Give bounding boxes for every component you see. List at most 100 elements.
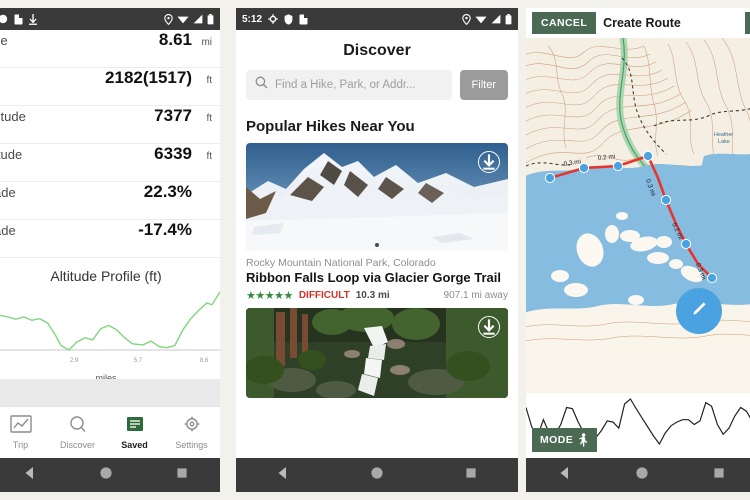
- stat-row: ade -17.4%: [0, 220, 220, 258]
- android-nav-bar: [236, 458, 518, 492]
- tab-discover[interactable]: Discover: [49, 415, 106, 450]
- status-bar-time: 5:12: [242, 13, 263, 25]
- search-input[interactable]: Find a Hike, Park, or Addr...: [246, 70, 452, 100]
- stat-unit: mi: [201, 37, 212, 48]
- tab-label: Trip: [12, 440, 29, 450]
- phone-panel-create-route: CANCEL Create Route S: [526, 8, 750, 492]
- tab-label: Discover: [59, 440, 95, 450]
- route-elevation-profile: MODE 1: [526, 393, 750, 458]
- download-circle-icon[interactable]: [478, 315, 500, 338]
- section-title: Popular Hikes Near You: [246, 118, 415, 135]
- wifi-icon: [177, 14, 189, 24]
- hike-card[interactable]: Rocky Mountain National Park, Colorado R…: [236, 143, 518, 308]
- gear-icon: [181, 416, 203, 437]
- svg-text:Heather: Heather: [714, 132, 733, 138]
- stat-value: 6339: [154, 144, 192, 163]
- status-bar: [0, 8, 220, 30]
- card-title: Ribbon Falls Loop via Glacier Gorge Trai…: [246, 270, 501, 285]
- cellular-icon: [193, 14, 203, 24]
- recents-button[interactable]: [174, 465, 190, 486]
- rating-stars: ★★★★★: [246, 289, 293, 302]
- filter-button[interactable]: Filter: [459, 70, 508, 100]
- search-placeholder: Find a Hike, Park, or Addr...: [275, 79, 416, 91]
- download-circle-icon[interactable]: [478, 151, 500, 173]
- stat-row: 2182(1517) ft: [0, 68, 220, 106]
- tab-trip[interactable]: Trip: [0, 415, 49, 450]
- location-icon: [164, 13, 173, 25]
- back-button[interactable]: [22, 465, 38, 486]
- card-location: Rocky Mountain National Park, Colorado: [246, 257, 436, 269]
- save-button[interactable]: S: [744, 12, 750, 34]
- stat-row: titude 7377 ft: [0, 106, 220, 144]
- shield-icon: [284, 13, 293, 25]
- screenshot-stage: ce 8.61 mi 2182(1517) ft titude 7377 ft …: [0, 0, 750, 500]
- hike-card[interactable]: [236, 307, 518, 404]
- pencil-icon: [689, 299, 709, 324]
- home-button[interactable]: [98, 465, 114, 486]
- status-bar-right-icons: [462, 13, 512, 25]
- altitude-profile-xticks: 2.9 5.7 8.6: [0, 358, 220, 370]
- stat-value: -17.4%: [138, 220, 192, 239]
- edit-route-fab[interactable]: [676, 288, 722, 334]
- page-title: Create Route: [603, 16, 681, 30]
- stat-row: itude 6339 ft: [0, 144, 220, 182]
- card-distance-away: 907.1 mi away: [443, 289, 508, 301]
- altitude-profile-chart: [0, 286, 220, 358]
- mode-label: MODE: [540, 434, 574, 446]
- line-chart-icon: [9, 415, 32, 437]
- notification-dot-icon: [0, 14, 8, 24]
- android-nav-bar: [0, 458, 220, 492]
- search-icon: [255, 76, 268, 94]
- back-button[interactable]: [557, 465, 573, 486]
- stat-value: 7377: [154, 106, 192, 125]
- empty-area: [0, 379, 220, 406]
- forest-waterfall-photo: [246, 307, 508, 398]
- stat-unit: ft: [206, 75, 212, 86]
- search-row: Find a Hike, Park, or Addr... Filter: [236, 70, 518, 110]
- stat-row: ade 22.3%: [0, 182, 220, 220]
- home-button[interactable]: [369, 465, 385, 486]
- stat-value: 2182(1517): [105, 68, 192, 87]
- stat-label: ce: [0, 33, 8, 48]
- cancel-button[interactable]: CANCEL: [532, 12, 597, 34]
- stat-unit: ft: [206, 151, 212, 162]
- clipboard-icon: [14, 13, 23, 25]
- tab-label: Saved: [121, 440, 148, 450]
- location-icon: [462, 13, 471, 25]
- topo-map[interactable]: 0.3 mi 0.2 mi 0.3 mi 0.2 mi 0.3 mi Heath…: [526, 38, 750, 393]
- xtick-label: 8.6: [199, 358, 209, 364]
- recents-button[interactable]: [711, 465, 727, 486]
- status-bar-right-icons: [164, 13, 214, 25]
- back-button[interactable]: [275, 465, 291, 486]
- phone-panel-trip-stats: ce 8.61 mi 2182(1517) ft titude 7377 ft …: [0, 8, 220, 492]
- phone-panel-discover: 5:12 Discover Find a Hike, Park, or Addr…: [236, 8, 518, 492]
- tab-saved[interactable]: Saved: [106, 415, 163, 450]
- mode-button[interactable]: MODE: [532, 428, 598, 452]
- bottom-tab-bar: Trip Discover Saved Settings: [0, 406, 220, 458]
- xtick-label: 5.7: [133, 358, 143, 364]
- xtick-label: 2.9: [69, 358, 79, 364]
- stat-label: ade: [0, 223, 16, 238]
- stat-value: 8.61: [158, 30, 192, 49]
- battery-icon: [505, 13, 512, 25]
- card-distance: 10.3 mi: [355, 289, 390, 301]
- recents-button[interactable]: [463, 465, 479, 486]
- stat-label: titude: [0, 109, 26, 124]
- svg-text:Lake: Lake: [718, 139, 730, 145]
- clipboard-icon: [299, 13, 309, 25]
- stat-value: 22.3%: [143, 182, 192, 201]
- battery-icon: [207, 13, 214, 25]
- stat-label: itude: [0, 147, 23, 162]
- home-button[interactable]: [634, 465, 650, 486]
- wifi-icon: [475, 14, 487, 24]
- gear-icon: [268, 14, 278, 24]
- status-bar: 5:12: [236, 8, 518, 30]
- stat-label: ade: [0, 185, 16, 200]
- create-route-header: CANCEL Create Route S: [526, 8, 750, 38]
- altitude-profile-title: Altitude Profile (ft): [50, 268, 162, 284]
- stat-unit: ft: [206, 113, 212, 124]
- cellular-icon: [491, 14, 501, 24]
- download-icon: [29, 13, 37, 25]
- saved-list-icon: [124, 417, 146, 437]
- tab-settings[interactable]: Settings: [163, 415, 220, 450]
